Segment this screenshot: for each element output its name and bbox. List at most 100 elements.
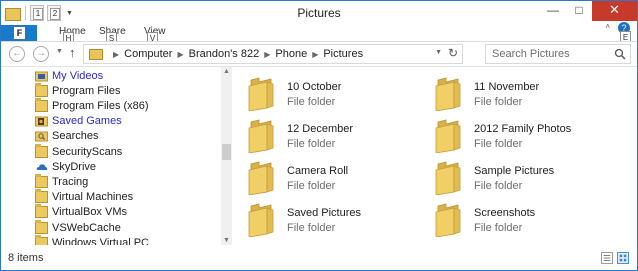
nav-item[interactable]: Searches (35, 129, 98, 144)
folder-tile[interactable]: 10 October File folder (233, 71, 413, 112)
nav-item-label: Program Files (52, 84, 121, 97)
tiles-view-icon[interactable] (617, 252, 629, 264)
explorer-window: 1 2 ▼ Pictures — □ ✕ F Home H Share S Vi… (0, 0, 638, 271)
folder-tile[interactable]: Camera Roll File folder (233, 155, 413, 196)
folder-name: 10 October (287, 81, 342, 93)
breadcrumb-pictures[interactable]: Pictures (323, 48, 363, 60)
nav-item-label: Program Files (x86) (52, 99, 149, 112)
address-bar[interactable]: ▶ Computer ▶ Brandon's 822 ▶ Phone ▶ Pic… (83, 44, 463, 64)
nav-item-label: VirtualBox VMs (52, 206, 127, 219)
close-button[interactable]: ✕ (592, 1, 637, 21)
folder-name: Sample Pictures (474, 165, 555, 177)
minimize-button[interactable]: — (540, 1, 566, 21)
recent-locations-icon[interactable]: ▼ (56, 48, 63, 55)
scrollbar-thumb[interactable] (222, 144, 231, 160)
folder-type: File folder (287, 138, 336, 150)
folder-icon (35, 173, 48, 188)
nav-item[interactable]: Program Files (35, 82, 121, 98)
folder-type: File folder (474, 222, 523, 234)
keytip-badge: F (13, 26, 26, 40)
folder-name: Saved Pictures (287, 207, 361, 219)
video-folder-icon (35, 70, 48, 82)
nav-item[interactable]: Windows Virtual PC (35, 234, 149, 245)
folder-tile[interactable]: Saved Pictures File folder (233, 197, 413, 238)
scroll-down-icon[interactable]: ▼ (223, 237, 230, 244)
folder-icon (434, 159, 466, 196)
folder-icon (89, 49, 103, 60)
nav-item[interactable]: SkyDrive (35, 159, 96, 174)
folder-icon (247, 201, 279, 238)
nav-item-label: SkyDrive (52, 160, 97, 173)
details-view-icon[interactable] (601, 252, 613, 264)
search-icon[interactable] (614, 48, 626, 60)
back-button[interactable]: ← (9, 46, 25, 62)
chevron-right-icon[interactable]: ▶ (264, 50, 270, 59)
folder-type: File folder (474, 138, 523, 150)
address-history-icon[interactable]: ▼ (435, 49, 442, 56)
nav-item[interactable]: My Videos (35, 68, 103, 83)
folder-name: 12 December (287, 123, 354, 135)
search-box[interactable] (485, 44, 631, 64)
item-count: 8 items (8, 252, 44, 264)
folder-icon (434, 117, 466, 154)
folder-type: File folder (287, 180, 336, 192)
refresh-icon[interactable]: ↻ (448, 46, 458, 60)
chevron-right-icon[interactable]: ▶ (177, 50, 183, 59)
nav-item[interactable]: Virtual Machines (35, 189, 134, 205)
folder-icon (35, 234, 48, 245)
ribbon-tabs: F Home H Share S View V ˄ ? E (1, 22, 637, 45)
nav-item[interactable]: VirtualBox VMs (35, 204, 127, 220)
chevron-up-icon[interactable]: ˄ (605, 22, 610, 31)
nav-item[interactable]: Program Files (x86) (35, 97, 149, 113)
scroll-up-icon[interactable]: ▲ (223, 68, 230, 75)
folder-name: Camera Roll (287, 165, 349, 177)
folder-type: File folder (287, 222, 336, 234)
folder-type: File folder (287, 96, 336, 108)
folder-type: File folder (474, 96, 523, 108)
maximize-button[interactable]: □ (566, 1, 592, 21)
breadcrumb-computer[interactable]: Computer (124, 48, 172, 60)
folder-type: File folder (474, 180, 523, 192)
file-list: 10 October File folder 11 November File fol… (233, 67, 637, 245)
title-bar: 1 2 ▼ Pictures — □ ✕ (1, 1, 637, 25)
nav-item-label: Windows Virtual PC (52, 236, 149, 245)
folder-tile[interactable]: Sample Pictures File folder (420, 155, 600, 196)
up-arrow-icon[interactable]: ↑ (69, 45, 76, 60)
nav-item[interactable]: SecurityScans (35, 143, 123, 159)
folder-icon (35, 82, 48, 97)
folder-tile[interactable]: 12 December File folder (233, 113, 413, 154)
caption-buttons: — □ ✕ (540, 1, 637, 21)
folder-icon (434, 75, 466, 112)
nav-item-label: Tracing (52, 175, 89, 188)
folder-icon (35, 219, 48, 234)
folder-icon (35, 204, 48, 219)
chevron-right-icon[interactable]: ▶ (312, 50, 318, 59)
nav-item-label: Virtual Machines (52, 191, 134, 204)
breadcrumb-device[interactable]: Brandon's 822 (189, 48, 260, 60)
search-input[interactable] (486, 45, 610, 63)
searches-icon (35, 130, 48, 142)
navigation-pane: My Videos Program Files Program Files (x86… (1, 67, 221, 245)
chevron-right-icon[interactable]: ▶ (113, 50, 119, 59)
folder-icon (35, 189, 48, 204)
folder-icon (35, 97, 48, 112)
nav-item[interactable]: Saved Games (35, 114, 122, 129)
breadcrumb: ▶ Computer ▶ Brandon's 822 ▶ Phone ▶ Pic… (108, 48, 363, 60)
forward-button[interactable]: → (33, 46, 49, 62)
folder-name: 11 November (474, 81, 540, 93)
folder-name: Screenshots (474, 207, 536, 219)
folder-tile[interactable]: 11 November File folder (420, 71, 600, 112)
navigation-pane-scrollbar[interactable]: ▲ ▼ (221, 67, 232, 245)
folder-tile[interactable]: 2012 Family Photos File folder (420, 113, 600, 154)
folder-icon (247, 117, 279, 154)
breadcrumb-phone[interactable]: Phone (275, 48, 307, 60)
nav-item-label: My Videos (52, 69, 104, 82)
nav-item-label: SecurityScans (52, 145, 123, 158)
folder-icon (247, 75, 279, 112)
folder-tile[interactable]: Screenshots File folder (420, 197, 600, 238)
nav-item[interactable]: VSWebCache (35, 219, 121, 235)
tab-file[interactable]: F (1, 25, 37, 41)
status-bar: 8 items (1, 248, 637, 270)
nav-item[interactable]: Tracing (35, 173, 89, 189)
nav-item-label: Saved Games (52, 115, 122, 128)
